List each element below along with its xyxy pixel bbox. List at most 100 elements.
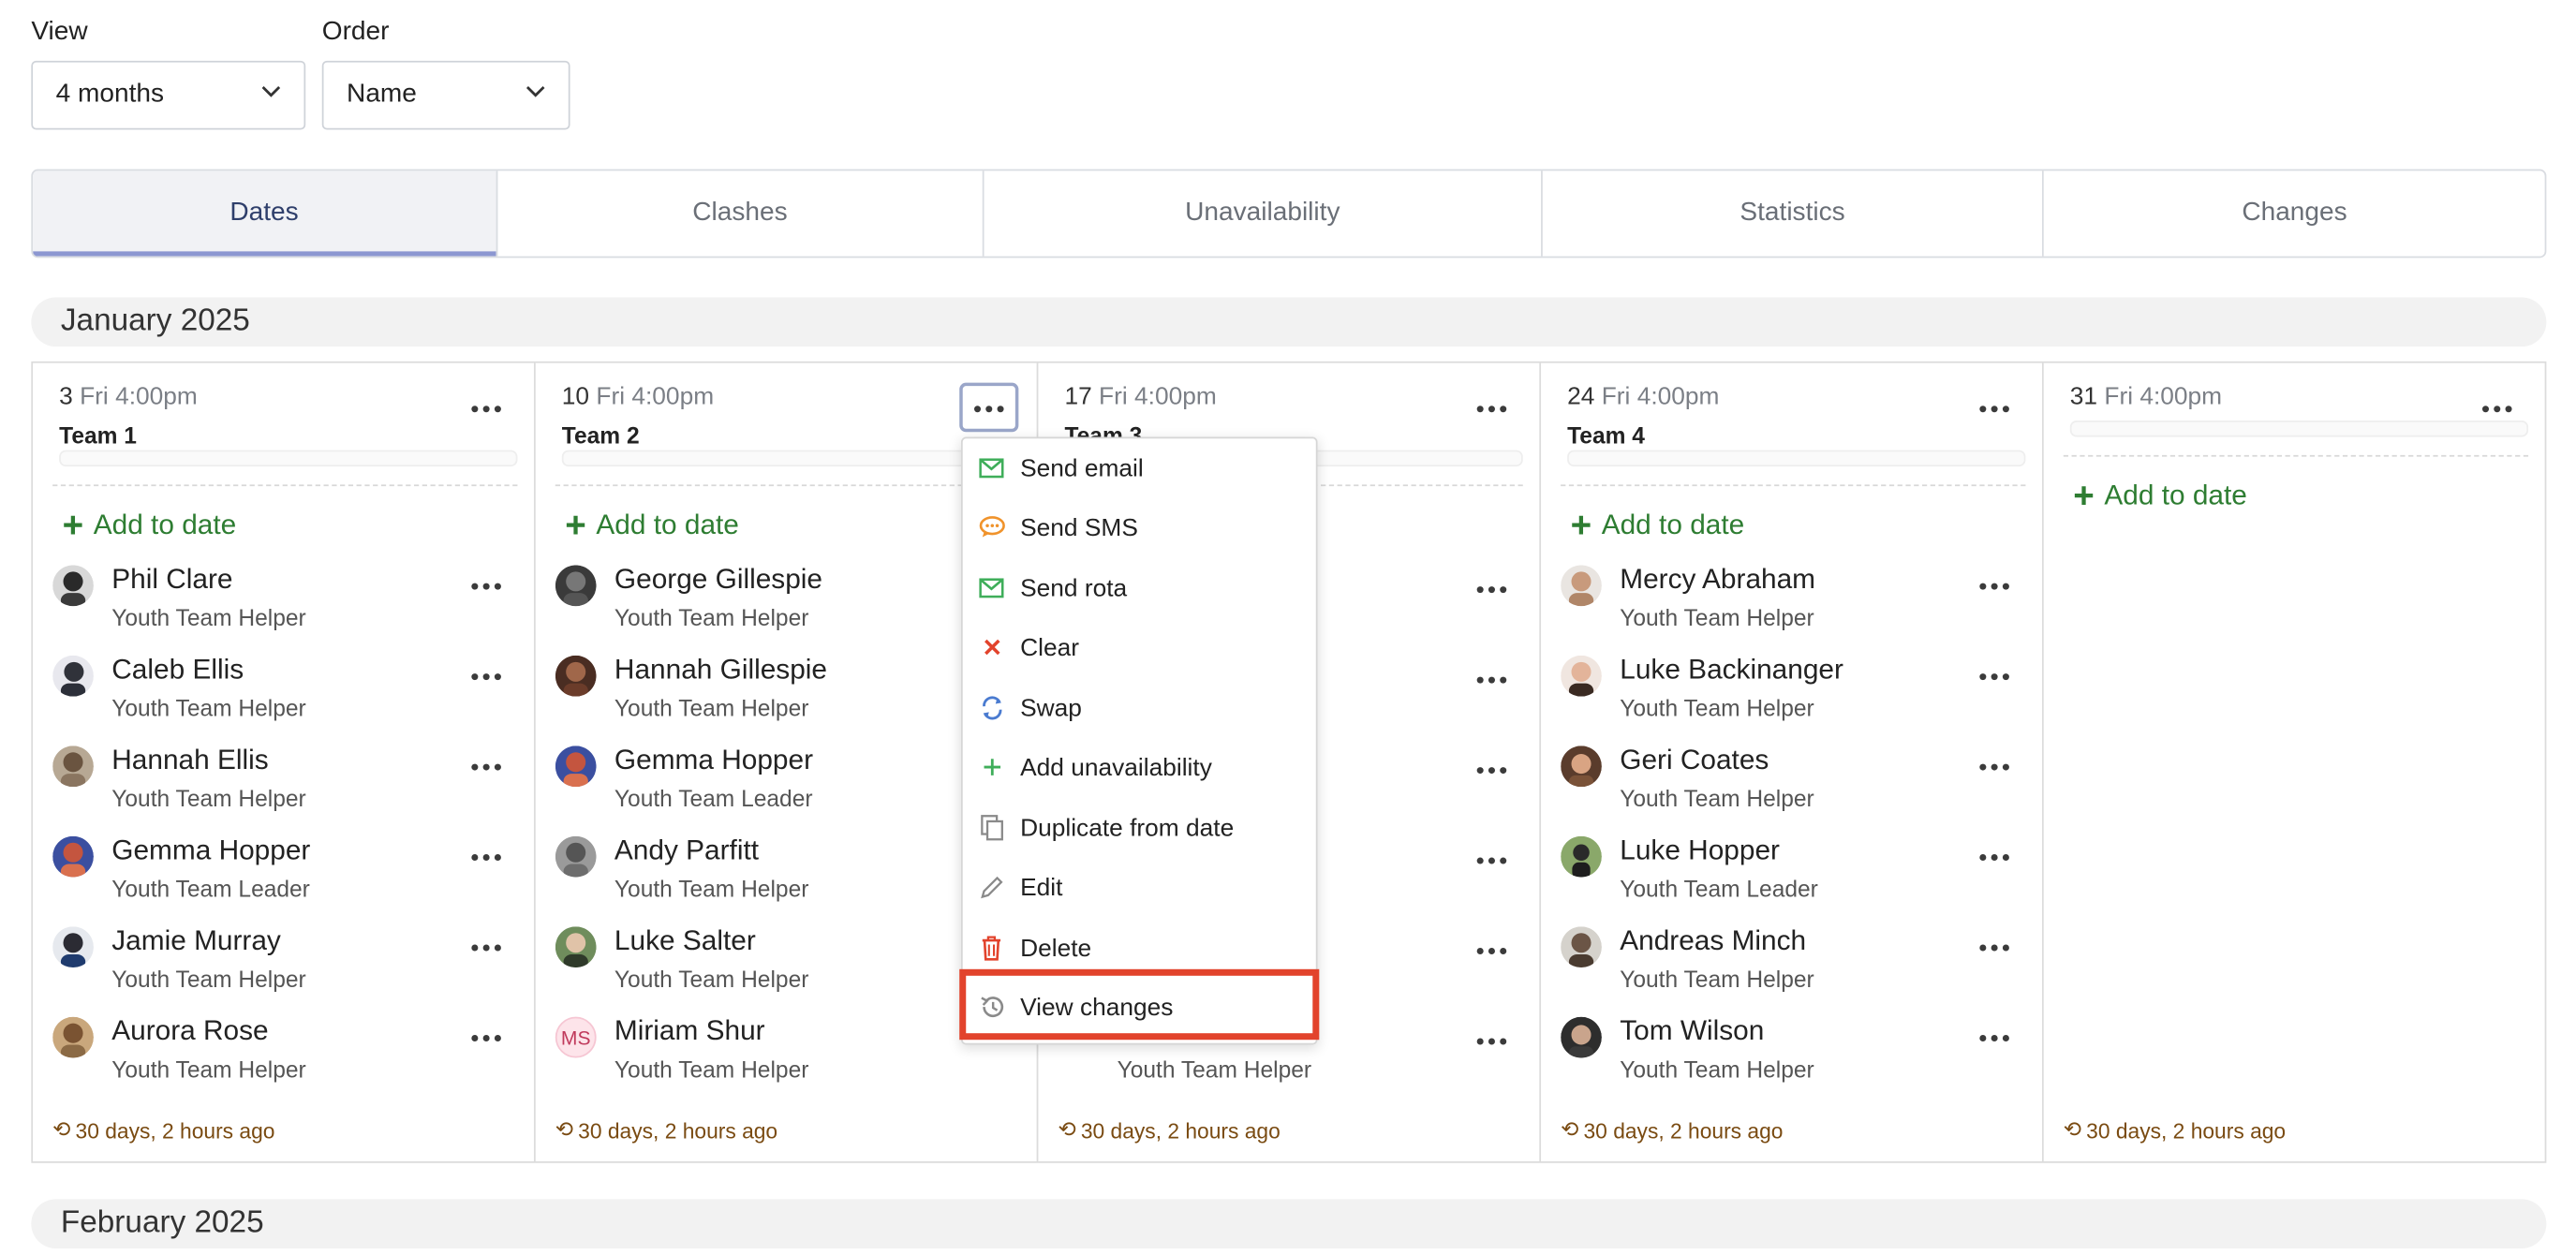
avatar <box>52 835 94 878</box>
person-name: George Gillespie <box>614 563 822 595</box>
person-options-button[interactable] <box>1476 946 1507 956</box>
date-options-button[interactable] <box>1476 404 1507 414</box>
tab-unavailability[interactable]: Unavailability <box>985 170 1543 257</box>
plus-icon: + <box>565 504 586 546</box>
person-role: Youth Team Helper <box>1620 694 1814 721</box>
add-to-date-button[interactable]: + Add to date <box>2073 474 2247 516</box>
avatar: MS <box>555 1016 597 1058</box>
person-options-button[interactable] <box>1476 675 1507 686</box>
tab-clashes[interactable]: Clashes <box>497 170 985 257</box>
progress-bar <box>59 450 518 467</box>
person-options-button[interactable] <box>471 1033 501 1043</box>
month-header-february: February 2025 <box>31 1199 2547 1248</box>
avatar <box>1561 926 1602 968</box>
list-item: Andreas Minch Youth Team Helper <box>1561 924 2025 1007</box>
menu-item-clear[interactable]: Clear <box>963 617 1316 676</box>
person-options-button[interactable] <box>1979 943 2009 953</box>
person-options-button[interactable] <box>471 943 501 953</box>
menu-item-send-sms[interactable]: Send SMS <box>963 497 1316 556</box>
view-label: View <box>31 18 88 47</box>
chevron-down-icon <box>261 85 281 97</box>
order-select[interactable]: Name <box>321 60 570 130</box>
tab-dates[interactable]: Dates <box>33 170 497 257</box>
person-role: Youth Team Helper <box>111 604 306 631</box>
menu-item-duplicate-from-date[interactable]: Duplicate from date <box>963 798 1316 857</box>
person-options-button[interactable] <box>1476 584 1507 595</box>
date-heading: 3 Fri 4:00pm <box>59 382 198 411</box>
order-value: Name <box>347 80 417 109</box>
avatar <box>555 835 597 878</box>
history-icon: ⟲ <box>1058 1116 1076 1142</box>
person-options-button[interactable] <box>1979 852 2009 863</box>
swap-icon <box>978 694 1006 722</box>
list-item: George Gillespie Youth Team Helper <box>555 564 1020 646</box>
avatar <box>1561 835 1602 878</box>
tab-changes[interactable]: Changes <box>2044 170 2544 256</box>
person-name: Mercy Abraham <box>1620 563 1816 595</box>
person-options-button[interactable] <box>1979 1033 2009 1043</box>
date-options-button[interactable] <box>471 404 501 414</box>
menu-item-edit[interactable]: Edit <box>963 858 1316 917</box>
person-options-button[interactable] <box>1476 765 1507 775</box>
person-options-button[interactable] <box>1979 582 2009 592</box>
date-options-button[interactable] <box>2481 404 2512 414</box>
date-options-button[interactable] <box>959 382 1019 433</box>
date-heading: 10 Fri 4:00pm <box>561 382 715 411</box>
list-item: Geri Coates Youth Team Helper <box>1561 745 2025 827</box>
menu-item-send-rota[interactable]: Send rota <box>963 558 1316 617</box>
add-to-date-button[interactable]: + Add to date <box>565 504 739 546</box>
person-name: Luke Hopper <box>1620 834 1780 866</box>
history-icon: ⟲ <box>2063 1116 2081 1142</box>
menu-item-swap[interactable]: Swap <box>963 678 1316 737</box>
person-options-button[interactable] <box>1476 856 1507 866</box>
person-options-button[interactable] <box>471 672 501 682</box>
envelope-icon <box>978 454 1006 482</box>
chat-bubble-icon <box>978 513 1006 541</box>
menu-item-add-unavailability[interactable]: Add unavailability <box>963 738 1316 797</box>
plus-icon: + <box>1570 504 1592 546</box>
history-icon: ⟲ <box>1561 1116 1579 1142</box>
person-name: Andy Parfitt <box>614 834 760 866</box>
divider <box>2063 454 2529 457</box>
last-updated: ⟲ 30 days, 2 hours ago <box>2063 1116 2287 1143</box>
person-options-button[interactable] <box>1476 1037 1507 1047</box>
menu-item-send-email[interactable]: Send email <box>963 438 1316 497</box>
rota-page: View 4 months Order Name Dates Clashes U… <box>0 0 2576 1255</box>
person-name: Geri Coates <box>1620 744 1769 775</box>
avatar <box>555 565 597 607</box>
list-item: Hannah Gillespie Youth Team Helper <box>555 654 1020 736</box>
list-item: Hannah Ellis Youth Team Helper <box>52 745 517 827</box>
person-options-button[interactable] <box>471 582 501 592</box>
person-role: Youth Team Leader <box>1620 875 1818 902</box>
avatar <box>52 746 94 788</box>
view-select[interactable]: 4 months <box>31 60 306 130</box>
avatar <box>555 655 597 697</box>
person-options-button[interactable] <box>471 852 501 863</box>
tab-statistics[interactable]: Statistics <box>1542 170 2045 257</box>
person-options-button[interactable] <box>1979 762 2009 773</box>
person-options-button[interactable] <box>1979 672 2009 682</box>
person-role: Youth Team Helper <box>111 966 306 993</box>
date-column: 31 Fri 4:00pm + Add to date ⟲ 30 days, 2 h… <box>2044 363 2545 1161</box>
divider <box>555 484 1021 487</box>
team-name: Team 1 <box>59 421 137 449</box>
list-item: Andy Parfitt Youth Team Helper <box>555 834 1020 917</box>
last-updated: ⟲ 30 days, 2 hours ago <box>52 1116 275 1143</box>
plus-icon: + <box>2073 474 2095 516</box>
person-name: Luke Backinanger <box>1620 654 1843 686</box>
person-role: Youth Team Helper <box>614 966 809 993</box>
date-heading: 17 Fri 4:00pm <box>1064 382 1217 411</box>
avatar <box>1561 746 1602 788</box>
person-options-button[interactable] <box>471 762 501 773</box>
person-name: Tom Wilson <box>1620 1014 1765 1047</box>
person-role: Youth Team Helper <box>614 875 809 902</box>
view-changes-highlight <box>959 968 1320 1041</box>
add-to-date-button[interactable]: + Add to date <box>1570 504 1745 546</box>
plus-icon <box>978 753 1006 781</box>
list-item: Gemma Hopper Youth Team Leader <box>555 745 1020 827</box>
chevron-down-icon <box>526 85 545 97</box>
add-to-date-button[interactable]: + Add to date <box>63 507 237 543</box>
list-item: Phil Clare Youth Team Helper <box>52 564 517 646</box>
date-options-button[interactable] <box>1979 404 2009 414</box>
pencil-icon <box>978 873 1006 901</box>
